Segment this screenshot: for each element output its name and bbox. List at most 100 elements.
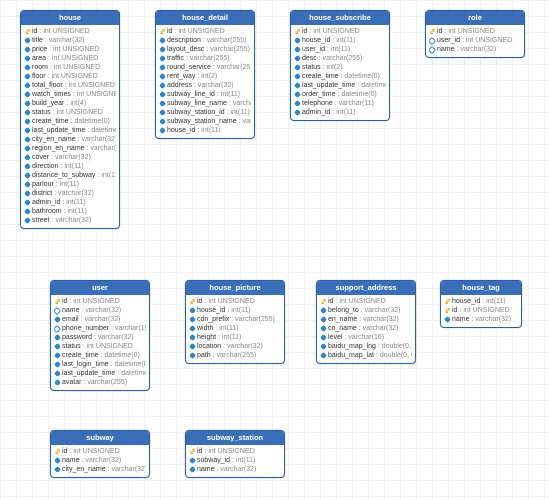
column-row[interactable]: status : int(2)	[294, 63, 386, 72]
column-row[interactable]: name : varchar(32)	[54, 456, 146, 465]
column-row[interactable]: id : int UNSIGNED	[320, 297, 412, 306]
column-row[interactable]: name : varchar(32)	[429, 45, 521, 54]
table-support_address[interactable]: support_addressid : int UNSIGNEDbelong_t…	[316, 280, 416, 364]
table-header[interactable]: subway	[51, 431, 149, 445]
column-row[interactable]: city_en_name : varchar(32)	[54, 465, 146, 474]
column-row[interactable]: title : varchar(32)	[24, 36, 116, 45]
column-row[interactable]: house_id : int(11)	[444, 297, 518, 306]
column-row[interactable]: subway_station_id : int(11)	[159, 108, 251, 117]
column-row[interactable]: layout_desc : varchar(255)	[159, 45, 251, 54]
column-row[interactable]: id : int UNSIGNED	[24, 27, 116, 36]
table-header[interactable]: subway_station	[186, 431, 284, 445]
column-row[interactable]: location : varchar(32)	[189, 342, 281, 351]
column-row[interactable]: last_update_time : datetime(0)	[54, 369, 146, 378]
column-row[interactable]: house_id : int(11)	[159, 126, 251, 135]
column-row[interactable]: direction : int(11)	[24, 162, 116, 171]
column-row[interactable]: id : int UNSIGNED	[189, 447, 281, 456]
column-row[interactable]: house_id : int(11)	[189, 306, 281, 315]
column-row[interactable]: region_en_name : varchar(255)	[24, 144, 116, 153]
column-row[interactable]: desc : varchar(255)	[294, 54, 386, 63]
column-row[interactable]: width : int(11)	[189, 324, 281, 333]
column-row[interactable]: path : varchar(255)	[189, 351, 281, 360]
column-row[interactable]: last_update_time : datetime(0)	[294, 81, 386, 90]
column-row[interactable]: cdn_prefix : varchar(255)	[189, 315, 281, 324]
column-row[interactable]: id : int UNSIGNED	[54, 297, 146, 306]
table-subway[interactable]: subway id : int UNSIGNEDname : varchar(32…	[50, 430, 150, 478]
column-row[interactable]: status : int UNSIGNED	[54, 342, 146, 351]
column-row[interactable]: watch_times : int UNSIGNED	[24, 90, 116, 99]
column-row[interactable]: street : varchar(32)	[24, 216, 116, 225]
column-row[interactable]: id : int UNSIGNED	[159, 27, 251, 36]
column-row[interactable]: baidu_map_lat : double(0, 0)	[320, 351, 412, 360]
column-row[interactable]: city_en_name : varchar(32)	[24, 135, 116, 144]
column-row[interactable]: create_time : datetime(0)	[294, 72, 386, 81]
table-header[interactable]: support_address	[317, 281, 415, 295]
table-house_tag[interactable]: house_tag house_id : int(11)id : int UNSI…	[440, 280, 522, 328]
column-row[interactable]: telephone : varchar(11)	[294, 99, 386, 108]
column-row[interactable]: price : int UNSIGNED	[24, 45, 116, 54]
column-row[interactable]: bathroom : int(11)	[24, 207, 116, 216]
column-row[interactable]: round_service : varchar(255)	[159, 63, 251, 72]
column-row[interactable]: user_id : int(11)	[294, 45, 386, 54]
column-row[interactable]: build_year : int(4)	[24, 99, 116, 108]
column-row[interactable]: traffic : varchar(255)	[159, 54, 251, 63]
table-header[interactable]: house_picture	[186, 281, 284, 295]
column-row[interactable]: area : int UNSIGNED	[24, 54, 116, 63]
column-row[interactable]: email : varchar(32)	[54, 315, 146, 324]
table-user[interactable]: user id : int UNSIGNEDname : varchar(32)e…	[50, 280, 150, 391]
column-row[interactable]: admin_id : int(11)	[294, 108, 386, 117]
column-row[interactable]: create_time : datetime(0)	[24, 117, 116, 126]
table-house[interactable]: house id : int UNSIGNEDtitle : varchar(32…	[20, 10, 120, 229]
table-header[interactable]: house_subscribe	[291, 11, 389, 25]
column-row[interactable]: cover : varchar(32)	[24, 153, 116, 162]
column-row[interactable]: en_name : varchar(32)	[320, 315, 412, 324]
column-row[interactable]: name : varchar(32)	[54, 306, 146, 315]
table-header[interactable]: house	[21, 11, 119, 25]
column-row[interactable]: password : varchar(32)	[54, 333, 146, 342]
column-row[interactable]: user_id : int UNSIGNED	[429, 36, 521, 45]
table-subway_station[interactable]: subway_stationid : int UNSIGNEDsubway_id…	[185, 430, 285, 478]
column-row[interactable]: id : int UNSIGNED	[294, 27, 386, 36]
column-row[interactable]: floor : int UNSIGNED	[24, 72, 116, 81]
column-row[interactable]: create_time : datetime(0)	[54, 351, 146, 360]
column-row[interactable]: name : varchar(32)	[189, 465, 281, 474]
column-row[interactable]: last_update_time : datetime(0)	[24, 126, 116, 135]
column-row[interactable]: subway_station_name : varchar(32)	[159, 117, 251, 126]
column-row[interactable]: level : varchar(16)	[320, 333, 412, 342]
column-row[interactable]: rent_way : int(2)	[159, 72, 251, 81]
column-row[interactable]: house_id : int(11)	[294, 36, 386, 45]
table-header[interactable]: house_tag	[441, 281, 521, 295]
column-row[interactable]: total_floor : int UNSIGNED	[24, 81, 116, 90]
table-house_subscribe[interactable]: house_subscribeid : int UNSIGNEDhouse_id…	[290, 10, 390, 121]
column-row[interactable]: subway_line_name : varchar(32)	[159, 99, 251, 108]
column-row[interactable]: avatar : varchar(255)	[54, 378, 146, 387]
column-row[interactable]: cn_name : varchar(32)	[320, 324, 412, 333]
column-row[interactable]: admin_id : int(11)	[24, 198, 116, 207]
column-row[interactable]: subway_line_id : int(11)	[159, 90, 251, 99]
column-row[interactable]: id : int UNSIGNED	[429, 27, 521, 36]
column-row[interactable]: subway_id : int(11)	[189, 456, 281, 465]
column-row[interactable]: status : int UNSIGNED	[24, 108, 116, 117]
table-header[interactable]: user	[51, 281, 149, 295]
table-house_picture[interactable]: house_pictureid : int UNSIGNEDhouse_id :…	[185, 280, 285, 364]
table-house_detail[interactable]: house_detailid : int UNSIGNEDdescription…	[155, 10, 255, 139]
column-row[interactable]: district : varchar(32)	[24, 189, 116, 198]
column-row[interactable]: last_login_time : datetime(0)	[54, 360, 146, 369]
column-row[interactable]: name : varchar(32)	[444, 315, 518, 324]
column-row[interactable]: room : int UNSIGNED	[24, 63, 116, 72]
table-header[interactable]: house_detail	[156, 11, 254, 25]
column-row[interactable]: parlour : int(11)	[24, 180, 116, 189]
column-row[interactable]: order_time : datetime(0)	[294, 90, 386, 99]
column-row[interactable]: belong_to : varchar(32)	[320, 306, 412, 315]
column-row[interactable]: phone_number : varchar(15)	[54, 324, 146, 333]
column-row[interactable]: baidu_map_lng : double(0, 0)	[320, 342, 412, 351]
column-row[interactable]: id : int UNSIGNED	[189, 297, 281, 306]
column-row[interactable]: description : varchar(255)	[159, 36, 251, 45]
table-role[interactable]: role id : int UNSIGNEDuser_id : int UNSIG…	[425, 10, 525, 58]
column-row[interactable]: height : int(11)	[189, 333, 281, 342]
column-row[interactable]: distance_to_subway : int(11)	[24, 171, 116, 180]
column-row[interactable]: address : varchar(32)	[159, 81, 251, 90]
table-header[interactable]: role	[426, 11, 524, 25]
column-row[interactable]: id : int UNSIGNED	[54, 447, 146, 456]
column-row[interactable]: id : int UNSIGNED	[444, 306, 518, 315]
